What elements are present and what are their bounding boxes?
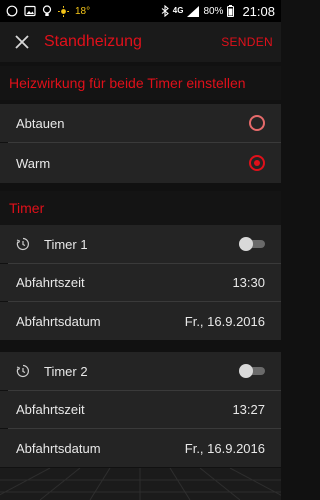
network-type: 4G	[172, 6, 184, 15]
option-abtauen[interactable]: Abtauen	[0, 104, 281, 142]
whatsapp-icon	[6, 5, 18, 17]
option-label: Abtauen	[16, 115, 65, 131]
departure-time-value: 13:27	[232, 402, 265, 417]
heat-section-title: Heizwirkung für beide Timer einstellen	[0, 66, 281, 100]
timer-1-toggle[interactable]	[239, 237, 265, 251]
timer-1-date-row[interactable]: Abfahrtsdatum Fr., 16.9.2016	[0, 302, 281, 340]
timer-2-date-row[interactable]: Abfahrtsdatum Fr., 16.9.2016	[0, 429, 281, 467]
lightbulb-icon	[42, 5, 52, 17]
departure-time-label: Abfahrtszeit	[16, 402, 85, 417]
close-icon	[15, 35, 29, 49]
section-gap	[0, 340, 281, 352]
page-title: Standheizung	[44, 33, 142, 50]
departure-date-value: Fr., 16.9.2016	[184, 313, 265, 329]
clock: 21:08	[242, 3, 275, 19]
timer-1-time-row[interactable]: Abfahrtszeit 13:30	[0, 264, 281, 301]
app-bar: Standheizung SENDEN	[0, 22, 281, 62]
temperature-text: 18°	[75, 5, 91, 17]
battery-icon	[227, 5, 235, 17]
timer-icon	[16, 364, 36, 378]
timer-2-row[interactable]: Timer 2	[0, 352, 281, 390]
timer-2-toggle[interactable]	[239, 364, 265, 378]
departure-date-label: Abfahrtsdatum	[16, 313, 101, 329]
timer-1-row[interactable]: Timer 1	[0, 225, 281, 263]
timer-2-name: Timer 2	[44, 363, 88, 379]
option-warm[interactable]: Warm	[0, 143, 281, 183]
weather-sun-icon	[58, 5, 69, 17]
departure-time-label: Abfahrtszeit	[16, 275, 85, 290]
radio-abtauen[interactable]	[249, 115, 265, 131]
timer-icon	[16, 237, 36, 251]
decorative-floor	[0, 468, 281, 500]
image-icon	[24, 5, 36, 17]
bluetooth-icon	[161, 5, 169, 17]
departure-date-value: Fr., 16.9.2016	[184, 440, 265, 456]
battery-percentage: 80%	[203, 5, 224, 17]
close-button[interactable]	[0, 22, 44, 62]
departure-time-value: 13:30	[232, 275, 265, 290]
send-button[interactable]: SENDEN	[221, 35, 281, 49]
timer-section-title: Timer	[0, 191, 281, 225]
timer-1-name: Timer 1	[44, 236, 88, 252]
option-label: Warm	[16, 155, 51, 171]
timer-2-time-row[interactable]: Abfahrtszeit 13:27	[0, 391, 281, 428]
status-bar: 18° 4G 80% 21:08	[0, 0, 281, 22]
departure-date-label: Abfahrtsdatum	[16, 440, 101, 456]
signal-icon	[187, 5, 200, 17]
radio-warm[interactable]	[249, 155, 265, 171]
